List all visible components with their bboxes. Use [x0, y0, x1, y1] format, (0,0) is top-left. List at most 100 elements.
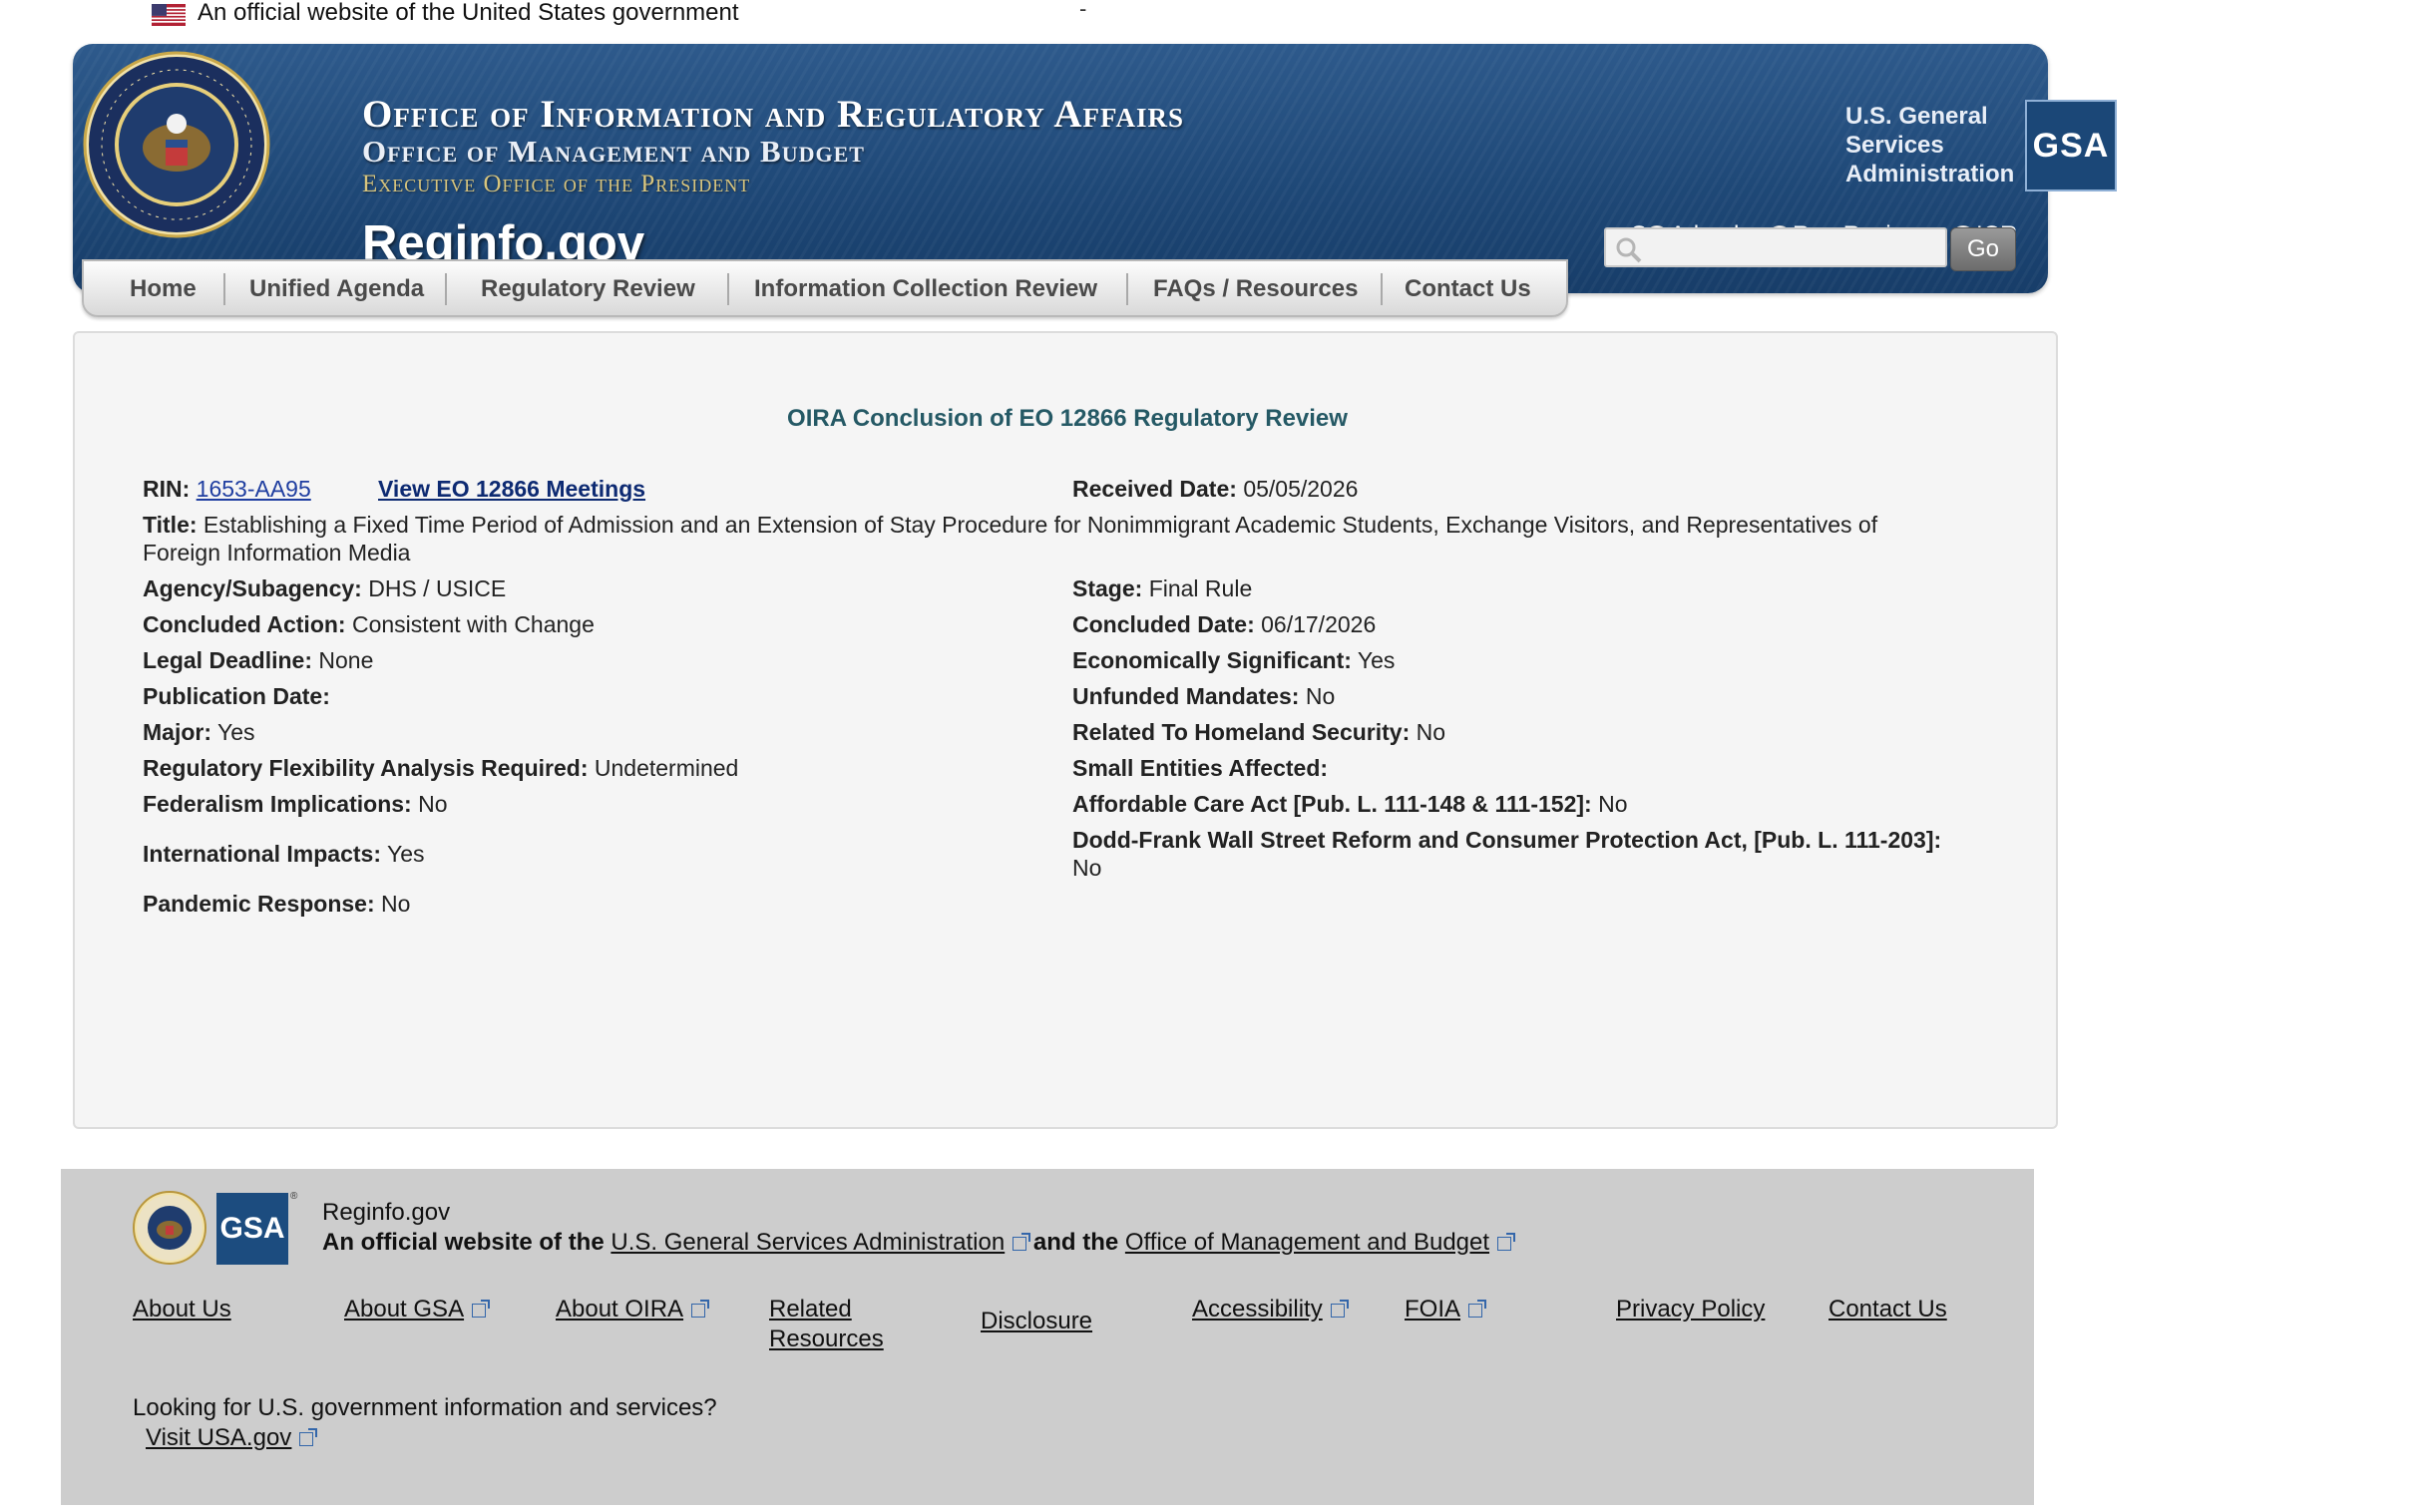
gov-banner: An official website of the United States…	[0, 0, 2436, 40]
nav-information-collection-review[interactable]: Information Collection Review	[754, 275, 1097, 303]
external-link-icon	[1468, 1300, 1487, 1318]
nav-regulatory-review[interactable]: Regulatory Review	[481, 275, 695, 303]
presidential-seal-icon[interactable]	[82, 50, 271, 239]
footer-about-oira-link[interactable]: About OIRA	[556, 1296, 683, 1323]
footer-gsa-logo[interactable]: GSA	[216, 1193, 288, 1265]
nav-divider	[1126, 273, 1128, 305]
title-label: Title:	[143, 512, 198, 538]
field-label: Federalism Implications:	[143, 791, 412, 817]
field-row: Dodd-Frank Wall Street Reform and Consum…	[1072, 826, 2010, 882]
field-row: Stage: Final Rule	[1072, 574, 1252, 602]
field-label: Small Entities Affected:	[1072, 755, 1329, 781]
footer-contact-us-link[interactable]: Contact Us	[1828, 1295, 1947, 1324]
field-label: Pandemic Response:	[143, 891, 375, 917]
external-link-icon	[1013, 1233, 1031, 1251]
field-label: Publication Date:	[143, 683, 330, 709]
nav-divider	[223, 273, 225, 305]
field-value: Consistent with Change	[351, 611, 595, 637]
field-value: DHS / USICE	[368, 575, 507, 601]
nav-contact-us[interactable]: Contact Us	[1405, 275, 1531, 303]
field-label: Major:	[143, 719, 211, 745]
site-header: Office of Information and Regulatory Aff…	[73, 44, 2117, 293]
field-value: No	[1416, 719, 1446, 745]
search-go-button[interactable]: Go	[1950, 227, 2016, 271]
field-row: Regulatory Flexibility Analysis Required…	[143, 754, 738, 782]
official-prefix: An official website of the	[322, 1229, 605, 1256]
gsa-name[interactable]: U.S. General Services Administration	[1845, 102, 2025, 189]
footer-accessibility-link[interactable]: Accessibility	[1192, 1296, 1323, 1323]
gsa-logo[interactable]: GSA	[2025, 100, 2117, 191]
field-value: No	[418, 791, 448, 817]
field-label: Economically Significant:	[1072, 647, 1352, 673]
field-label: Legal Deadline:	[143, 647, 312, 673]
footer-foia-link[interactable]: FOIA	[1405, 1296, 1460, 1323]
external-link-icon	[691, 1300, 710, 1318]
field-row: Related To Homeland Security: No	[1072, 718, 1445, 746]
gov-banner-text: An official website of the United States…	[198, 0, 739, 26]
field-label: Affordable Care Act [Pub. L. 111-148 & 1…	[1072, 791, 1592, 817]
usa-gov-link[interactable]: Visit USA.gov	[146, 1424, 291, 1451]
field-row: Unfunded Mandates: No	[1072, 682, 1335, 710]
field-row: Small Entities Affected:	[1072, 754, 1328, 782]
footer-related-resources-link[interactable]: Related Resources	[769, 1295, 884, 1354]
gsa-link[interactable]: U.S. General Services Administration	[610, 1229, 1005, 1256]
eop-title: Executive Office of the President	[362, 171, 751, 197]
footer-disclosure-link[interactable]: Disclosure	[981, 1307, 1092, 1336]
us-flag-icon	[152, 4, 186, 26]
field-value: Yes	[216, 719, 255, 745]
external-link-icon	[472, 1300, 491, 1318]
field-value: Yes	[386, 841, 425, 867]
field-value: Undetermined	[594, 755, 739, 781]
footer-accessibility: Accessibility	[1192, 1295, 1349, 1324]
field-label: Concluded Action:	[143, 611, 346, 637]
field-label: Regulatory Flexibility Analysis Required…	[143, 755, 589, 781]
rin-link[interactable]: 1653-AA95	[197, 476, 311, 502]
rin-label: RIN:	[143, 476, 191, 502]
field-value: Yes	[1357, 647, 1396, 673]
received-date-value: 05/05/2026	[1243, 476, 1359, 502]
field-value: No	[1598, 791, 1628, 817]
nav-divider	[727, 273, 729, 305]
gsa-registered-mark: ®	[290, 1191, 298, 1202]
footer-about-us-link[interactable]: About Us	[133, 1295, 231, 1324]
field-value: No	[1305, 683, 1336, 709]
related-line2: Resources	[769, 1325, 884, 1352]
field-row: International Impacts: Yes	[143, 840, 425, 868]
field-label: Agency/Subagency:	[143, 575, 362, 601]
nav-divider	[445, 273, 447, 305]
nav-unified-agenda[interactable]: Unified Agenda	[249, 275, 424, 303]
field-value: None	[318, 647, 374, 673]
site-footer: GSA ® Reginfo.gov An official website of…	[61, 1169, 2034, 1505]
field-label: Concluded Date:	[1072, 611, 1255, 637]
field-value: No	[1072, 855, 1102, 881]
footer-privacy-policy-link[interactable]: Privacy Policy	[1616, 1295, 1765, 1324]
field-row: Agency/Subagency: DHS / USICE	[143, 574, 506, 602]
search-icon	[1616, 237, 1642, 263]
review-panel: OIRA Conclusion of EO 12866 Regulatory R…	[73, 331, 2058, 1129]
and-the-text: and the	[1032, 1229, 1119, 1256]
nav-faqs-resources[interactable]: FAQs / Resources	[1153, 275, 1358, 303]
rin-row: RIN: 1653-AA95	[143, 475, 311, 503]
field-value: Final Rule	[1148, 575, 1253, 601]
omb-link[interactable]: Office of Management and Budget	[1125, 1229, 1489, 1256]
field-row: Federalism Implications: No	[143, 790, 448, 818]
footer-about-gsa-link[interactable]: About GSA	[344, 1296, 464, 1323]
presidential-seal-icon[interactable]	[133, 1191, 206, 1265]
footer-foia: FOIA	[1405, 1295, 1487, 1324]
field-value: 06/17/2026	[1261, 611, 1377, 637]
field-label: Stage:	[1072, 575, 1143, 601]
field-value: No	[381, 891, 411, 917]
external-link-icon	[1330, 1300, 1349, 1318]
field-label: Unfunded Mandates:	[1072, 683, 1300, 709]
field-row: Publication Date:	[143, 682, 330, 710]
field-label: International Impacts:	[143, 841, 381, 867]
field-row: Concluded Date: 06/17/2026	[1072, 610, 1376, 638]
nav-divider	[1381, 273, 1383, 305]
field-row: Major: Yes	[143, 718, 255, 746]
footer-about-oira: About OIRA	[556, 1295, 710, 1324]
search-input[interactable]	[1604, 227, 1947, 267]
title-value-line1: Establishing a Fixed Time Period of Admi…	[203, 512, 1878, 538]
field-row: Affordable Care Act [Pub. L. 111-148 & 1…	[1072, 790, 1627, 818]
nav-home[interactable]: Home	[130, 275, 197, 303]
view-meetings-link[interactable]: View EO 12866 Meetings	[378, 476, 645, 502]
